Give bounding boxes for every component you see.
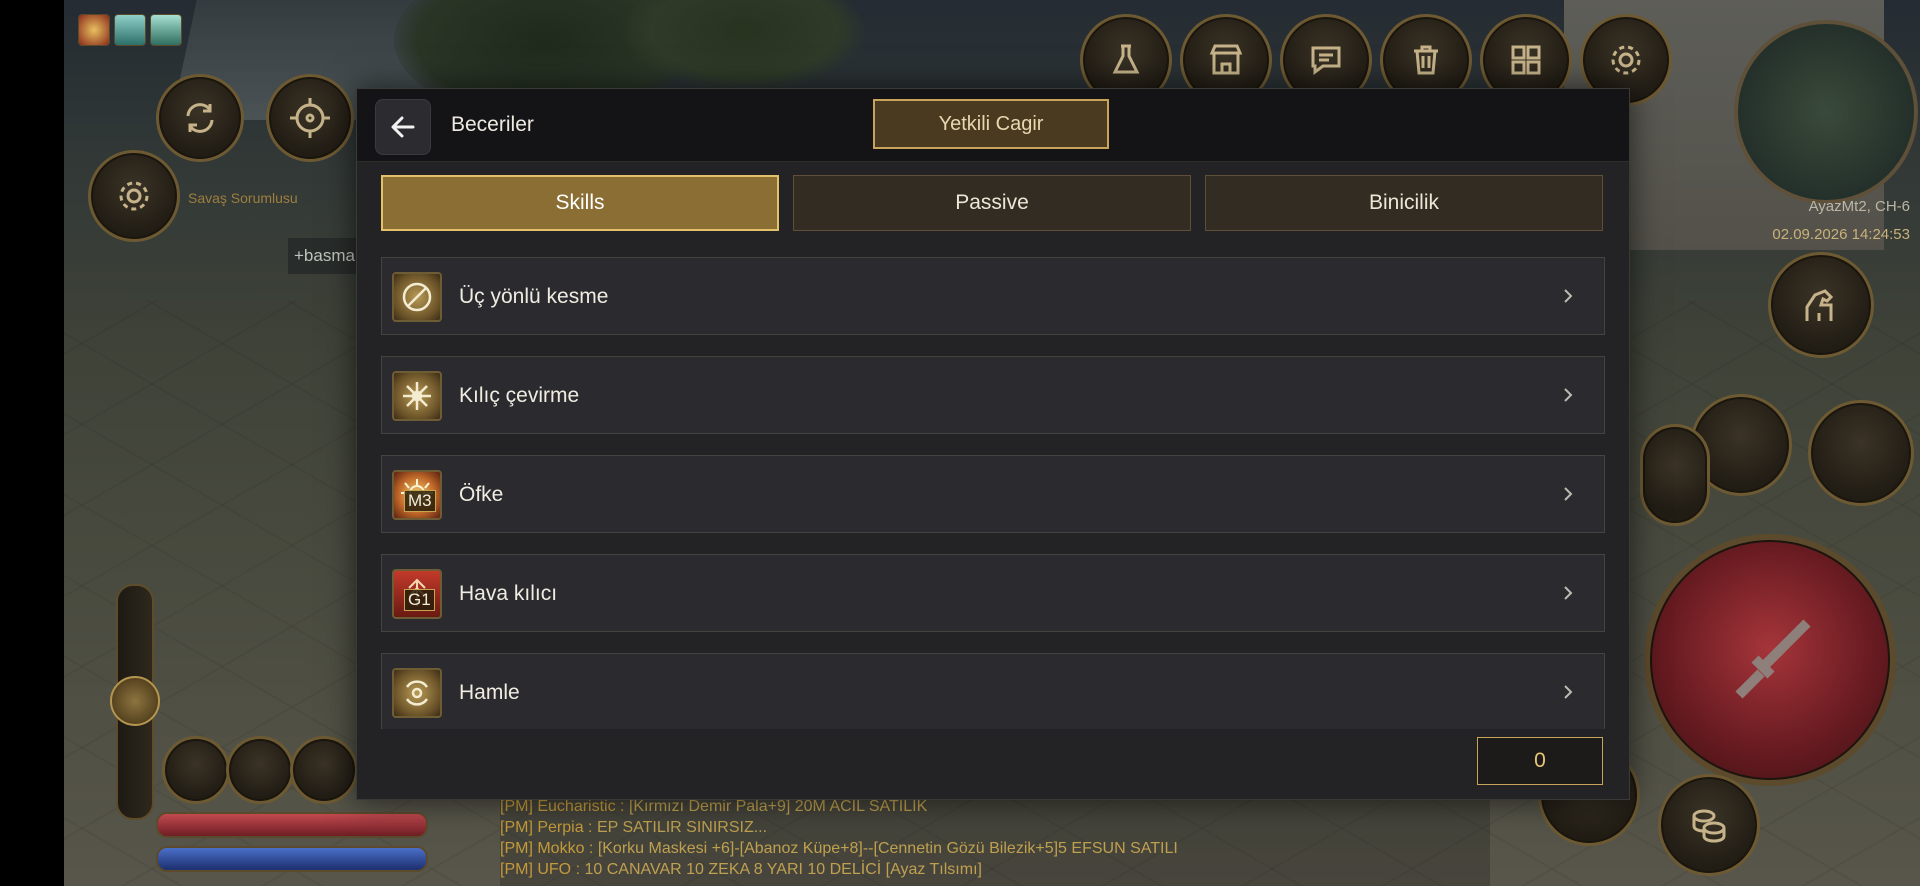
- panel-title: Beceriler: [451, 113, 534, 136]
- spinning-blade-icon: [392, 371, 442, 421]
- crosshair-icon: [290, 98, 330, 138]
- coins-icon: [1692, 809, 1726, 843]
- zoom-slider-knob[interactable]: [110, 676, 160, 726]
- skill-points-counter: 0: [1477, 737, 1603, 785]
- skill-grade-badge: G1: [404, 589, 435, 611]
- skill-name: Öfke: [459, 483, 504, 506]
- skill-name: Hava kılıcı: [459, 582, 558, 605]
- auto-target-button[interactable]: [156, 74, 244, 162]
- skill-row[interactable]: Üç yönlü kesme: [381, 257, 1605, 335]
- back-button[interactable]: [375, 99, 431, 155]
- buff-figure-icon[interactable]: [150, 14, 182, 46]
- chevron-right-icon: [1564, 487, 1573, 501]
- skill-grade-badge: M3: [404, 490, 436, 512]
- trash-icon: [1414, 45, 1438, 75]
- sword-icon: [1735, 619, 1811, 699]
- air-sword-icon: G1: [392, 569, 442, 619]
- chevron-right-icon: [1564, 586, 1573, 600]
- shop-icon: [1209, 44, 1243, 75]
- tab-binicilik[interactable]: Binicilik: [1205, 175, 1603, 231]
- buff-scroll-icon[interactable]: [114, 14, 146, 46]
- chat-line: [PM] Mokko : [Korku Maskesi +6]-[Abanoz …: [500, 840, 1178, 857]
- rage-burst-icon: M3: [392, 470, 442, 520]
- horse-icon: [1805, 289, 1834, 321]
- slash-circle-icon: [392, 272, 442, 322]
- buff-sun-icon[interactable]: [78, 14, 110, 46]
- quickslot-2[interactable]: [226, 736, 294, 804]
- skill-name: Üç yönlü kesme: [459, 285, 609, 308]
- skill-row[interactable]: G1 Hava kılıcı: [381, 554, 1605, 632]
- flask-icon: [1112, 44, 1140, 74]
- skill-name: Kılıç çevirme: [459, 384, 580, 407]
- gear-icon: [1611, 45, 1641, 75]
- skill-row[interactable]: M3 Öfke: [381, 455, 1605, 533]
- item-slot-button[interactable]: [1658, 774, 1760, 876]
- chat-line: [PM] Perpia : EP SATILIR SINIRSIZ...: [500, 819, 768, 836]
- skill-name: Hamle: [459, 681, 520, 704]
- charge-swirl-icon: [392, 668, 442, 718]
- refresh-icon: [186, 103, 214, 133]
- hp-bar: [156, 812, 428, 838]
- clock: 02.09.2026 14:24:53: [1772, 226, 1910, 243]
- chat-icon: [1311, 46, 1341, 75]
- chevron-right-icon: [1564, 685, 1573, 699]
- chat-line: [PM] UFO : 10 CANAVAR 10 ZEKA 8 YARI 10 …: [500, 861, 982, 878]
- skill-row[interactable]: Kılıç çevirme: [381, 356, 1605, 434]
- target-lock-button[interactable]: [266, 74, 354, 162]
- chat-log: [PM] Eucharistic : [Kırmızı Demir Pala+9…: [500, 796, 1490, 886]
- skill-list: Üç yönlü kesme Kılıç çevirme M3 Öfke G1 …: [381, 257, 1605, 729]
- panel-header: Beceriler Yetkili Cagir: [357, 89, 1629, 162]
- chevron-right-icon: [1564, 289, 1573, 303]
- skill-slot-2[interactable]: [1808, 400, 1914, 506]
- mp-bar: [156, 846, 428, 872]
- arrow-left-icon: [391, 116, 415, 138]
- side-label: Savaş Sorumlusu: [188, 190, 298, 206]
- quickslot-1[interactable]: [162, 736, 230, 804]
- skill-slot-3[interactable]: [1640, 424, 1710, 526]
- settings-left-button[interactable]: [88, 150, 180, 242]
- mount-button[interactable]: [1768, 252, 1874, 358]
- gear-icon: [119, 181, 149, 211]
- call-gm-button[interactable]: Yetkili Cagir: [873, 99, 1109, 149]
- grid-icon: [1511, 45, 1541, 75]
- chevron-right-icon: [1564, 388, 1573, 402]
- quickslot-3[interactable]: [290, 736, 358, 804]
- minimap[interactable]: [1734, 20, 1918, 204]
- tab-passive[interactable]: Passive: [793, 175, 1191, 231]
- tab-skills[interactable]: Skills: [381, 175, 779, 231]
- skills-panel: Beceriler Yetkili Cagir Skills Passive B…: [356, 88, 1630, 800]
- skill-row[interactable]: Hamle: [381, 653, 1605, 729]
- attack-button[interactable]: [1644, 534, 1896, 786]
- server-channel: AyazMt2, CH-6: [1808, 198, 1910, 215]
